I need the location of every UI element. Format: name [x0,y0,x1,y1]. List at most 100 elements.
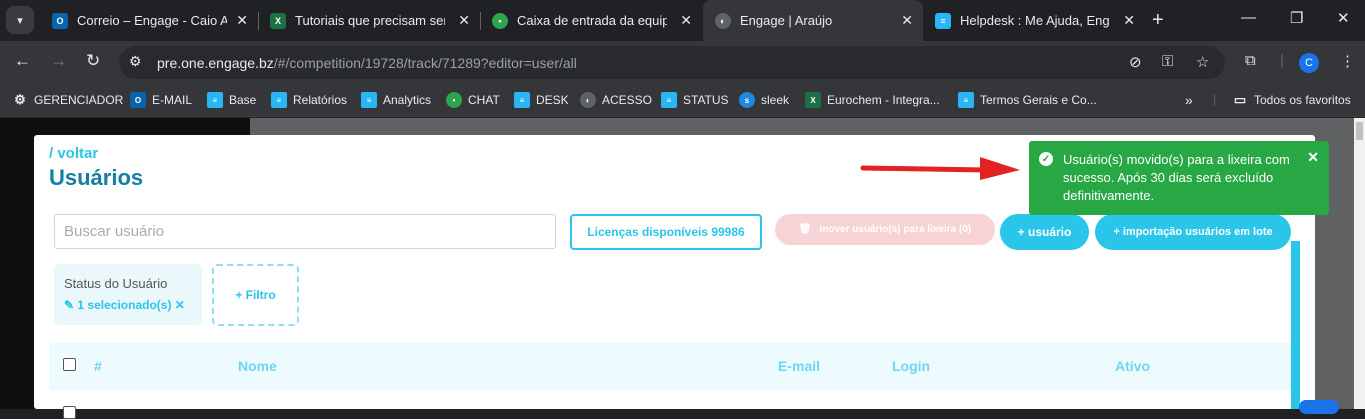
scrollbar-thumb[interactable] [1356,122,1363,140]
url-host: pre.one.engage.bz [157,55,274,71]
more-bookmarks-chevron-icon[interactable]: » [1185,92,1193,108]
success-toast: ✓ Usuário(s) movido(s) para a lixeira co… [1029,141,1329,215]
column-header-name[interactable]: Nome [238,358,277,374]
address-bar[interactable]: ⚙ pre.one.engage.bz/#/competition/19728/… [119,46,1225,79]
back-arrow-icon[interactable]: ← [14,51,31,71]
bookmark-sleek[interactable]: s sleek [739,92,789,108]
close-icon[interactable]: ✕ [458,12,470,29]
profile-avatar[interactable]: C [1299,53,1319,73]
trash-button-label: mover usuário(s) para lixeira (0) [819,224,972,235]
all-bookmarks-button[interactable]: ▭ Todos os favoritos [1232,92,1351,108]
outlook-icon: O [130,92,146,108]
filter-value[interactable]: ✎ 1 selecionado(s) ✕ [64,298,185,312]
column-header-id[interactable]: # [94,358,102,374]
close-icon[interactable]: ✕ [1123,12,1135,29]
check-circle-icon: ✓ [1039,152,1053,166]
close-icon[interactable]: ✕ [901,12,913,29]
tab-title: Tutoriais que precisam ser cri [295,13,445,28]
restore-icon[interactable]: ❐ [1290,9,1303,27]
back-link[interactable]: / voltar [49,145,98,162]
tab-engage-araujo[interactable]: ◐ Engage | Araújo ✕ [703,0,923,41]
minimize-icon[interactable]: — [1241,9,1256,26]
filter-user-status[interactable]: Status do Usuário ✎ 1 selecionado(s) ✕ [54,264,202,325]
bottom-toggle[interactable] [1299,400,1339,414]
bookmark-label: E-MAIL [152,93,193,107]
tab-tutoriais[interactable]: X Tutoriais que precisam ser cri ✕ [258,4,480,37]
bookmark-label: ACESSO [602,93,653,107]
tab-search-button[interactable]: ▾ [6,6,34,34]
column-header-login[interactable]: Login [892,358,930,374]
licenses-button[interactable]: Licenças disponíveis 99986 [570,214,762,250]
bookmark-termos[interactable]: ≡ Termos Gerais e Co... [958,92,1097,108]
site-settings-icon[interactable]: ⚙ [129,53,142,70]
camera-blocked-icon[interactable]: ⊘ [1129,53,1142,71]
bookmark-label: sleek [761,93,790,107]
url-text[interactable]: pre.one.engage.bz/#/competition/19728/tr… [157,55,577,71]
tab-helpdesk[interactable]: ≡ Helpdesk : Me Ajuda, Engage ✕ [923,4,1145,37]
toast-message: Usuário(s) movido(s) para a lixeira com … [1063,152,1290,203]
close-icon[interactable]: ✕ [1307,149,1319,166]
bookmark-star-icon[interactable]: ☆ [1196,53,1209,71]
search-input[interactable] [54,214,556,249]
outlook-icon: O [52,12,68,29]
close-icon[interactable]: ✕ [236,12,248,29]
excel-icon: X [270,12,286,29]
bookmark-label: CHAT [468,93,500,107]
bookmark-label: Relatórios [293,93,348,107]
bookmark-label: GERENCIADOR [34,93,124,107]
bookmark-gerenciador[interactable]: ⚙ GERENCIADOR [12,92,123,108]
add-filter-button[interactable]: + Filtro [212,264,299,326]
filter-value-text: 1 selecionado(s) [77,298,172,312]
bulk-import-button[interactable]: + importação usuários em lote [1095,214,1291,250]
trash-icon: 🗑 [798,224,812,235]
bookmark-acesso[interactable]: ◐ ACESSO [580,92,652,108]
all-bookmarks-label: Todos os favoritos [1254,93,1351,107]
tab-correio[interactable]: O Correio – Engage - Caio Araú ✕ [40,4,258,37]
row-checkbox[interactable] [63,406,76,419]
filter-label: Status do Usuário [64,276,168,291]
scrollbar[interactable] [1354,118,1365,409]
bookmark-eurochem[interactable]: X Eurochem - Integra... [805,92,940,108]
close-icon[interactable]: ✕ [680,12,692,29]
close-window-icon[interactable]: ✕ [1337,9,1350,27]
helpdesk-icon: ≡ [935,12,951,29]
chat-icon: • [446,92,462,108]
engage-icon: ≡ [271,92,287,108]
extensions-icon[interactable]: ⧉ [1245,52,1256,69]
bookmark-analytics[interactable]: ≡ Analytics [361,92,431,108]
bookmark-relatorios[interactable]: ≡ Relatórios [271,92,347,108]
bookmark-email[interactable]: O E-MAIL [130,92,192,108]
engage-icon: ≡ [207,92,223,108]
tab-caixa-entrada[interactable]: • Caixa de entrada da equipe ✕ [480,4,702,37]
bookmark-label: Analytics [383,93,432,107]
page-title: Usuários [49,165,144,190]
bookmarks-divider: | [1213,92,1217,106]
forward-arrow-icon[interactable]: → [50,51,67,71]
url-path: /#/competition/19728/track/71289?editor=… [273,55,577,71]
bookmark-base[interactable]: ≡ Base [207,92,256,108]
bookmark-chat[interactable]: • CHAT [446,92,500,108]
table-header: # Nome E-mail Login Ativo [49,343,1291,390]
bookmarks-bar: ⚙ GERENCIADOR O E-MAIL ≡ Base ≡ Relatórios ≡… [0,84,1365,117]
reload-icon[interactable]: ↻ [86,51,100,71]
bookmark-status[interactable]: ≡ STATUS [661,92,729,108]
select-all-checkbox[interactable] [63,358,76,371]
bookmark-desk[interactable]: ≡ DESK [514,92,569,108]
modal-scrollbar[interactable] [1291,241,1300,409]
engage-icon: ≡ [661,92,677,108]
browser-toolbar: ← → ↻ ⚙ pre.one.engage.bz/#/competition/… [0,41,1365,84]
column-header-email[interactable]: E-mail [778,358,820,374]
menu-dots-icon[interactable]: ⋮ [1340,52,1355,70]
bookmark-label: Eurochem - Integra... [827,93,940,107]
add-user-button[interactable]: + usuário [1000,214,1089,250]
new-tab-button[interactable]: + [1152,9,1164,32]
remove-filter-icon[interactable]: ✕ [175,298,185,312]
password-key-icon[interactable]: ⚿ [1162,53,1173,70]
tab-strip: ▾ O Correio – Engage - Caio Araú ✕ X Tut… [0,0,1365,41]
bookmark-label: STATUS [683,93,729,107]
engage-icon: ≡ [361,92,377,108]
tab-title: Engage | Araújo [740,13,833,28]
tab-title: Caixa de entrada da equipe [517,13,667,28]
column-header-active[interactable]: Ativo [1115,358,1150,374]
move-to-trash-button[interactable]: 🗑 mover usuário(s) para lixeira (0) [775,214,995,245]
